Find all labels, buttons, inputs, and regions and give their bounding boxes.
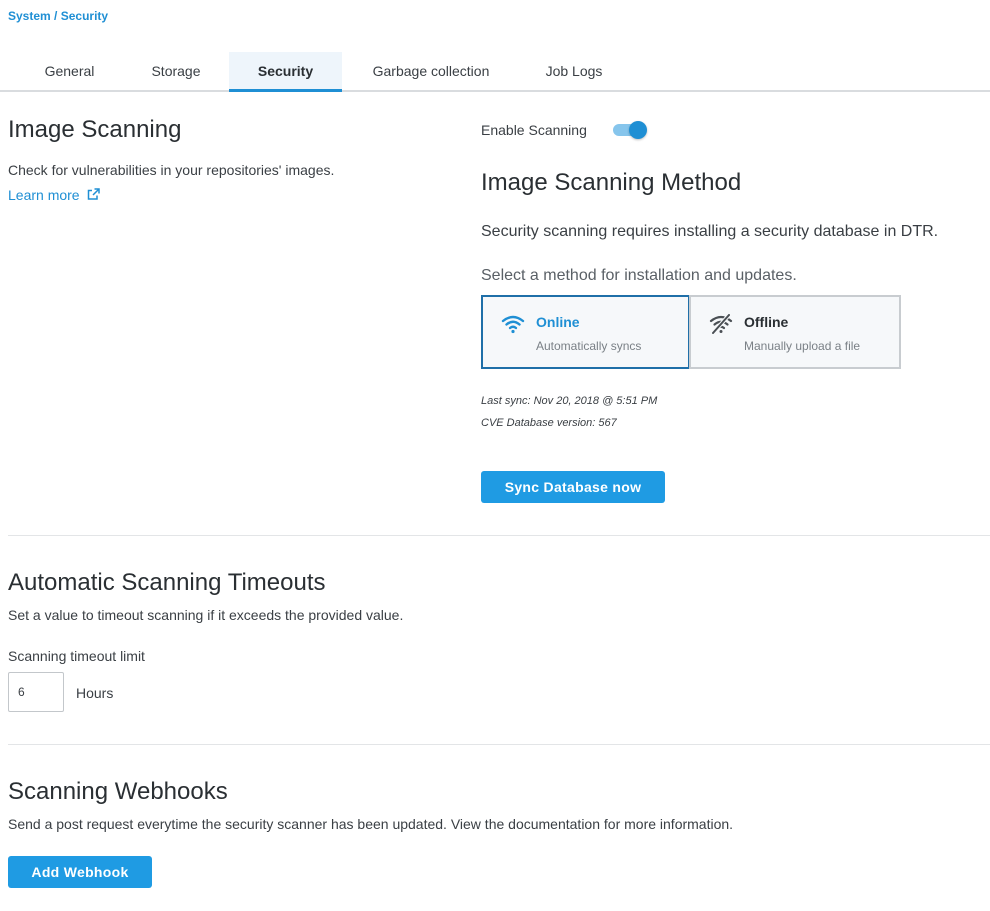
cve-version-text: CVE Database version: 567 xyxy=(481,417,617,429)
online-option-subtitle: Automatically syncs xyxy=(536,339,642,353)
tab-storage[interactable]: Storage xyxy=(124,52,228,90)
enable-scanning-toggle[interactable] xyxy=(611,120,647,139)
wifi-off-icon xyxy=(709,314,733,334)
breadcrumb-current: Security xyxy=(60,9,109,23)
add-webhook-button[interactable]: Add Webhook xyxy=(8,856,152,888)
wifi-icon xyxy=(501,315,525,334)
timeouts-title: Automatic Scanning Timeouts xyxy=(8,569,326,596)
image-scanning-title: Image Scanning xyxy=(8,116,182,143)
breadcrumb-separator: / xyxy=(50,9,61,23)
tab-general[interactable]: General xyxy=(17,52,122,90)
learn-more-label: Learn more xyxy=(8,187,80,203)
timeout-field-label: Scanning timeout limit xyxy=(8,648,145,664)
image-scanning-description: Check for vulnerabilities in your reposi… xyxy=(8,162,335,178)
last-sync-text: Last sync: Nov 20, 2018 @ 5:51 PM xyxy=(481,395,658,407)
scanning-method-title: Image Scanning Method xyxy=(481,169,742,196)
enable-scanning-label: Enable Scanning xyxy=(481,122,587,138)
sync-database-button[interactable]: Sync Database now xyxy=(481,471,665,503)
section-divider xyxy=(8,535,990,536)
tab-garbage-collection[interactable]: Garbage collection xyxy=(344,52,518,90)
tab-job-logs[interactable]: Job Logs xyxy=(520,52,628,90)
webhooks-title: Scanning Webhooks xyxy=(8,778,228,805)
timeout-input[interactable]: 6 xyxy=(8,672,64,712)
offline-option-subtitle: Manually upload a file xyxy=(744,339,861,353)
toggle-knob xyxy=(629,121,647,139)
timeouts-description: Set a value to timeout scanning if it ex… xyxy=(8,607,404,623)
method-option-online[interactable]: Online Automatically syncs xyxy=(481,295,690,369)
online-option-title: Online xyxy=(536,314,580,330)
offline-option-title: Offline xyxy=(744,314,789,330)
breadcrumb-parent[interactable]: System xyxy=(8,9,51,23)
method-option-offline[interactable]: Offline Manually upload a file xyxy=(689,295,901,369)
section-divider xyxy=(8,744,990,745)
scanning-requirement-text: Security scanning requires installing a … xyxy=(481,223,939,240)
external-link-icon xyxy=(88,188,101,200)
webhooks-description: Send a post request everytime the securi… xyxy=(8,816,734,832)
breadcrumb: System / Security xyxy=(8,9,108,23)
select-method-prompt: Select a method for installation and upd… xyxy=(481,267,797,284)
tab-bar: General Storage Security Garbage collect… xyxy=(0,52,990,92)
timeout-unit-label: Hours xyxy=(76,685,114,701)
learn-more-link[interactable]: Learn more xyxy=(8,187,101,203)
tab-security[interactable]: Security xyxy=(229,52,342,92)
